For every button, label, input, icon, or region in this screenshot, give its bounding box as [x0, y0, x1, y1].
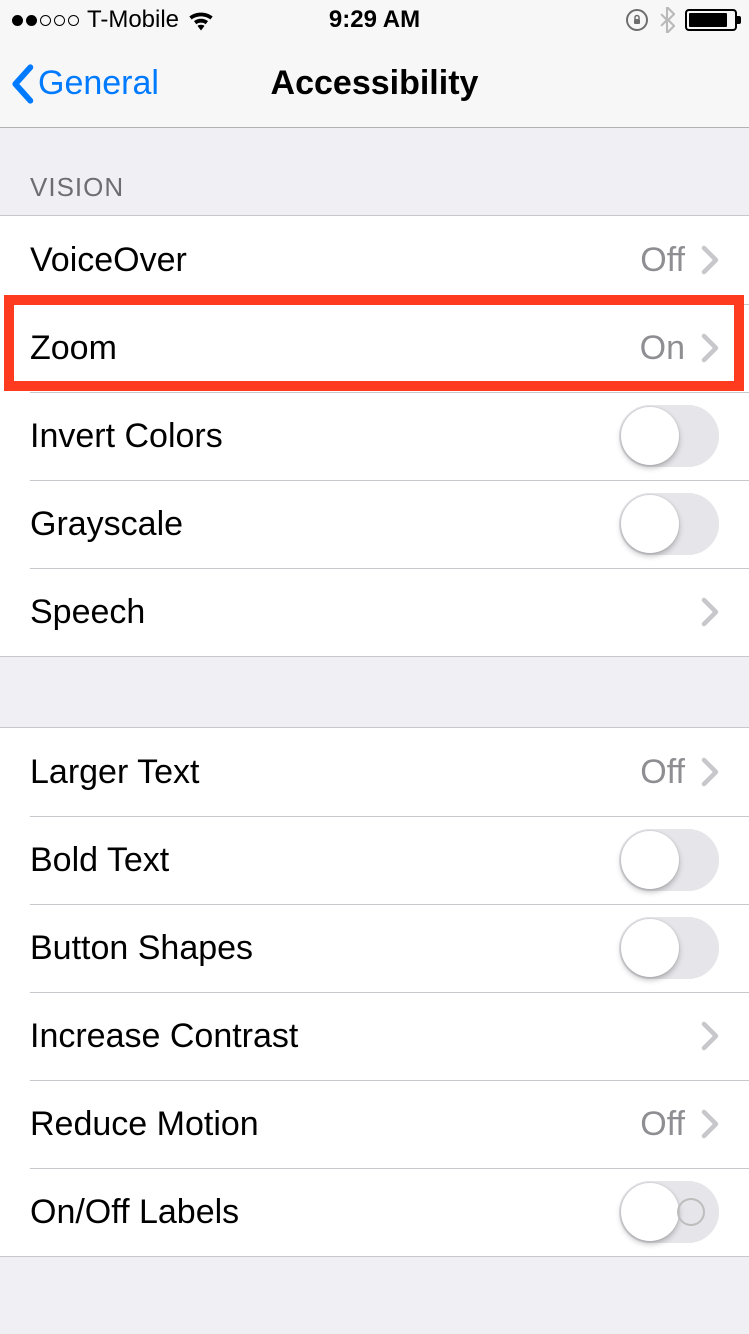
chevron-left-icon	[10, 64, 34, 104]
row-label: Zoom	[30, 329, 640, 368]
row-label: Invert Colors	[30, 417, 619, 456]
chevron-right-icon	[701, 597, 719, 627]
clock: 9:29 AM	[329, 6, 420, 34]
battery-icon	[685, 9, 737, 31]
row-label: Button Shapes	[30, 929, 619, 968]
row-label: Increase Contrast	[30, 1017, 701, 1056]
back-button[interactable]: General	[10, 64, 159, 104]
status-left: T-Mobile	[12, 6, 215, 34]
toggle-grayscale[interactable]	[619, 493, 719, 555]
row-value: Off	[640, 753, 685, 792]
row-invert-colors[interactable]: Invert Colors	[0, 392, 749, 480]
row-label: Larger Text	[30, 753, 640, 792]
status-right	[625, 7, 737, 33]
row-onoff-labels[interactable]: On/Off Labels	[0, 1168, 749, 1256]
row-label: Grayscale	[30, 505, 619, 544]
row-speech[interactable]: Speech	[0, 568, 749, 656]
wifi-icon	[187, 9, 215, 31]
settings-group-vision: VoiceOver Off Zoom On Invert Colors Gray…	[0, 215, 749, 657]
row-bold-text[interactable]: Bold Text	[0, 816, 749, 904]
row-grayscale[interactable]: Grayscale	[0, 480, 749, 568]
row-label: On/Off Labels	[30, 1193, 619, 1232]
toggle-bold-text[interactable]	[619, 829, 719, 891]
row-reduce-motion[interactable]: Reduce Motion Off	[0, 1080, 749, 1168]
row-label: VoiceOver	[30, 241, 640, 280]
row-label: Bold Text	[30, 841, 619, 880]
section-spacer	[0, 657, 749, 727]
toggle-button-shapes[interactable]	[619, 917, 719, 979]
row-value: On	[640, 329, 685, 368]
carrier-label: T-Mobile	[87, 6, 179, 34]
chevron-right-icon	[701, 1021, 719, 1051]
back-label: General	[38, 64, 159, 103]
chevron-right-icon	[701, 757, 719, 787]
section-header-vision: VISION	[0, 128, 749, 215]
row-zoom[interactable]: Zoom On	[0, 304, 749, 392]
rotation-lock-icon	[625, 8, 649, 32]
row-voiceover[interactable]: VoiceOver Off	[0, 216, 749, 304]
row-label: Speech	[30, 593, 701, 632]
row-label: Reduce Motion	[30, 1105, 640, 1144]
row-button-shapes[interactable]: Button Shapes	[0, 904, 749, 992]
row-value: Off	[640, 1105, 685, 1144]
settings-group-text: Larger Text Off Bold Text Button Shapes …	[0, 727, 749, 1257]
status-bar: T-Mobile 9:29 AM	[0, 0, 749, 40]
chevron-right-icon	[701, 333, 719, 363]
toggle-onoff-labels[interactable]	[619, 1181, 719, 1243]
toggle-invert-colors[interactable]	[619, 405, 719, 467]
chevron-right-icon	[701, 1109, 719, 1139]
nav-bar: General Accessibility	[0, 40, 749, 128]
row-increase-contrast[interactable]: Increase Contrast	[0, 992, 749, 1080]
bluetooth-icon	[659, 7, 675, 33]
row-larger-text[interactable]: Larger Text Off	[0, 728, 749, 816]
signal-strength-icon	[12, 15, 79, 26]
row-value: Off	[640, 241, 685, 280]
chevron-right-icon	[701, 245, 719, 275]
